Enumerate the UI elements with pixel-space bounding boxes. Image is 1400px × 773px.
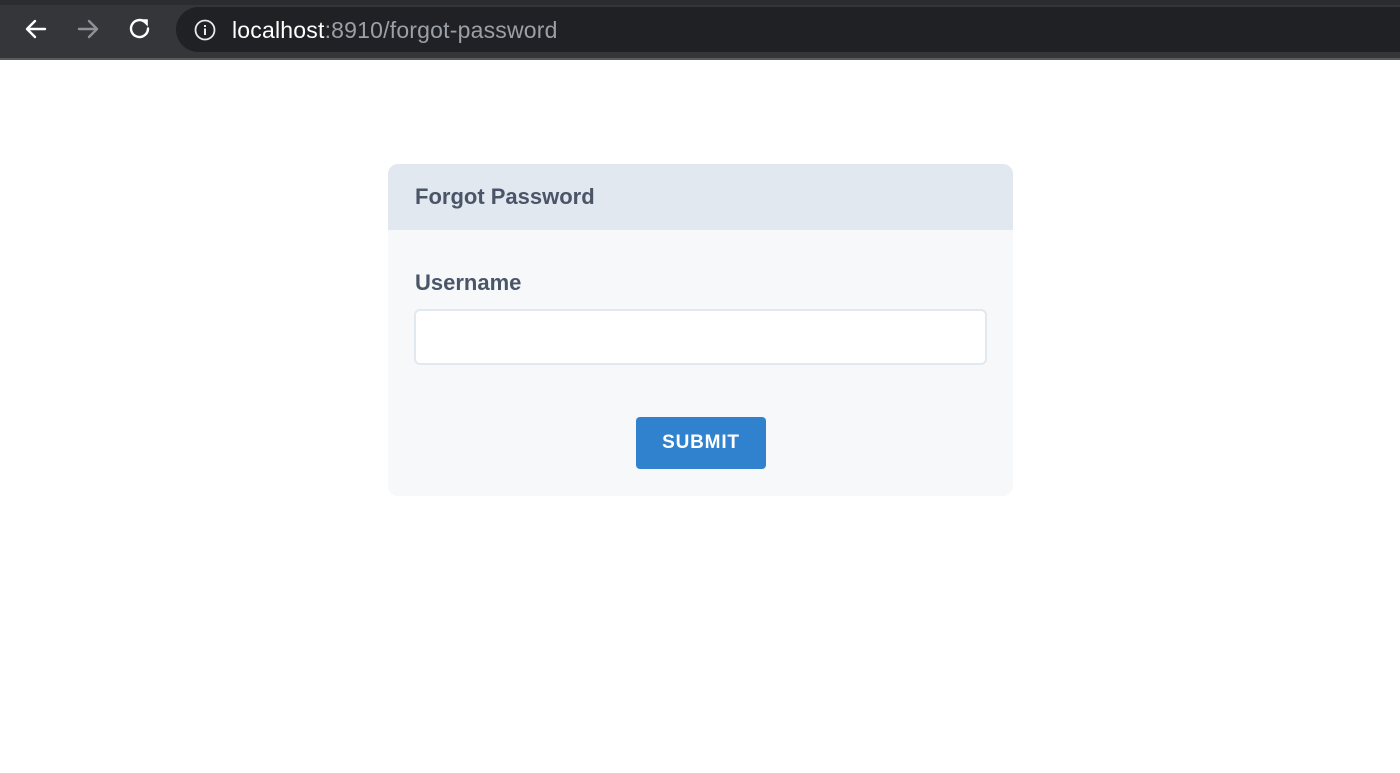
info-icon[interactable] xyxy=(193,18,217,42)
reload-button[interactable] xyxy=(123,12,157,46)
username-input[interactable] xyxy=(414,309,987,365)
toolbar-divider xyxy=(0,58,1400,60)
address-bar[interactable]: localhost:8910/forgot-password xyxy=(176,7,1400,52)
forgot-password-card: Forgot Password Username SUBMIT xyxy=(388,164,1013,496)
card-header: Forgot Password xyxy=(388,164,1013,230)
reload-icon xyxy=(129,18,150,39)
username-label: Username xyxy=(415,270,522,295)
url-text[interactable]: localhost:8910/forgot-password xyxy=(232,17,558,43)
url-path: :8910/forgot-password xyxy=(324,17,558,43)
tab-strip xyxy=(0,0,1400,5)
submit-button[interactable]: SUBMIT xyxy=(636,417,766,469)
back-button[interactable] xyxy=(19,12,53,46)
browser-toolbar: localhost:8910/forgot-password xyxy=(0,0,1400,60)
page-title: Forgot Password xyxy=(415,184,595,209)
forward-button[interactable] xyxy=(71,12,105,46)
arrow-left-icon xyxy=(25,19,47,39)
url-host: localhost xyxy=(232,17,325,43)
arrow-right-icon xyxy=(77,19,99,39)
